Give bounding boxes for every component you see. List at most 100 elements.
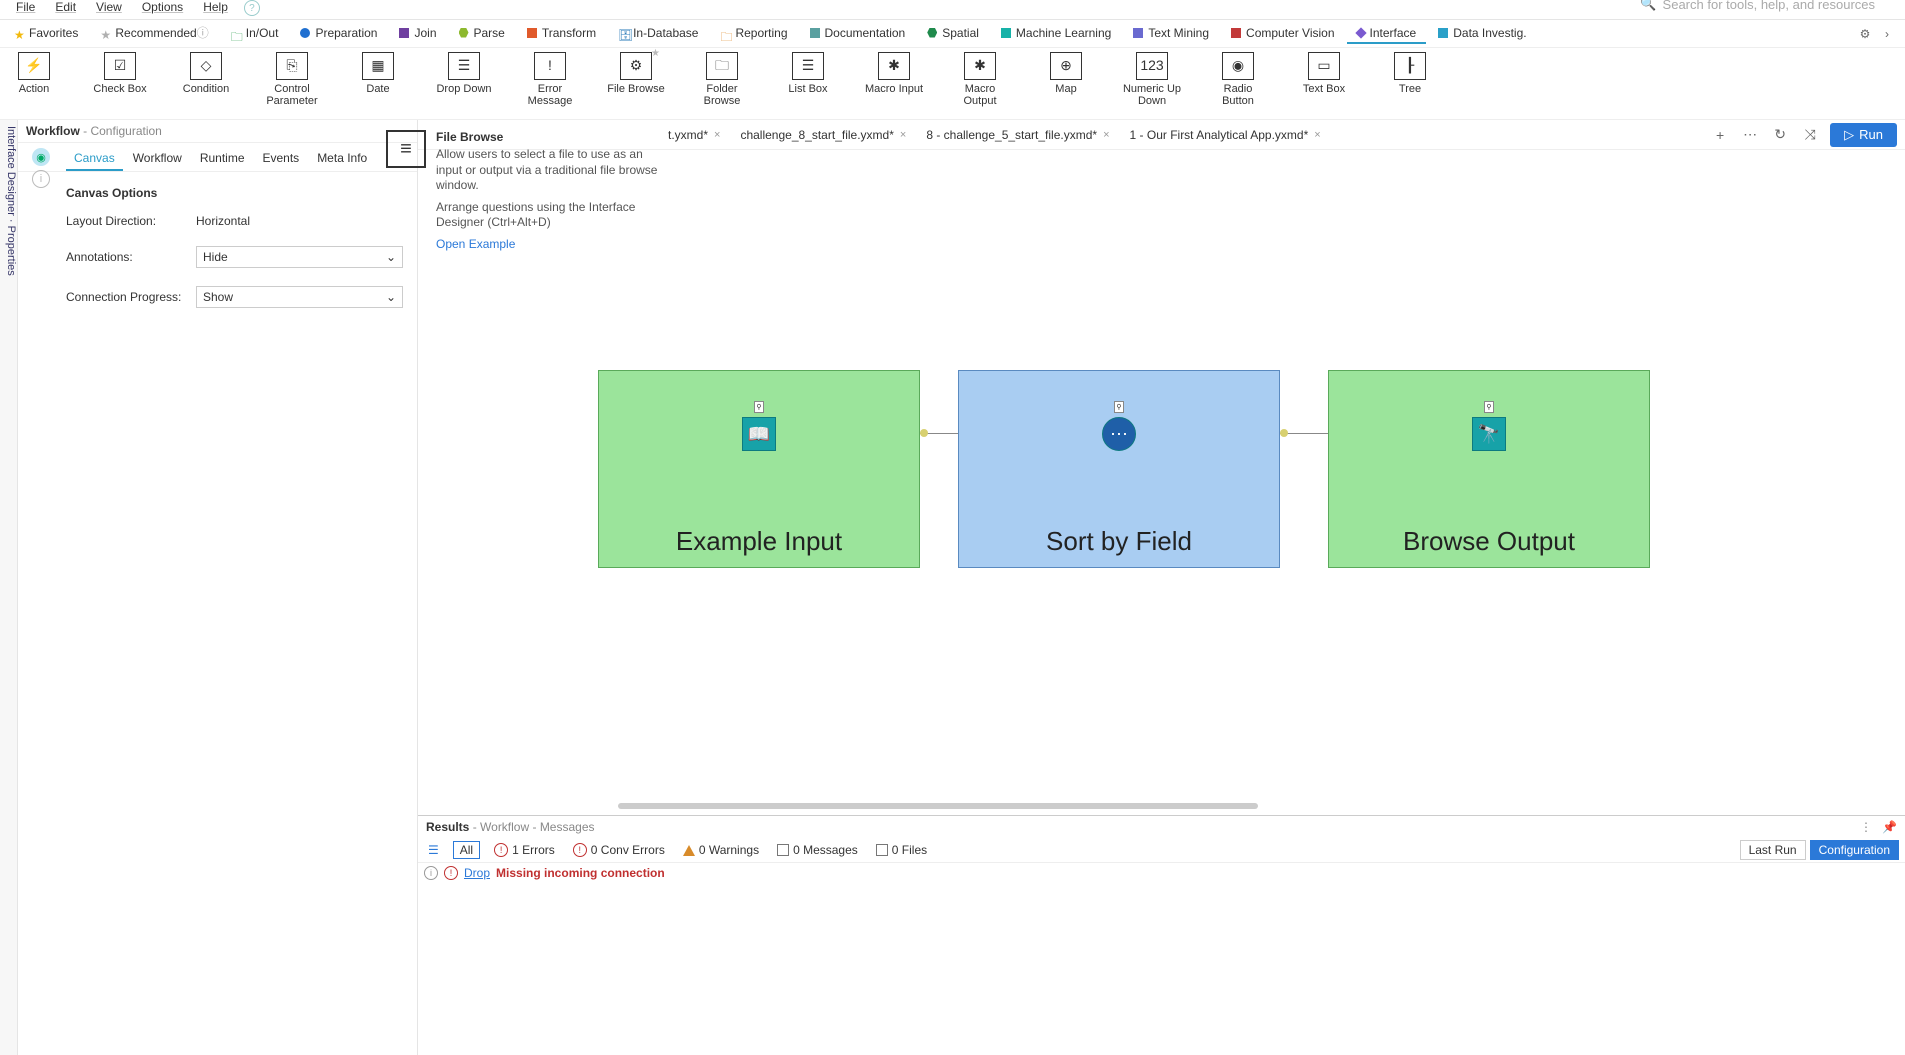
canvas-node-sort-by-field[interactable]: ⚲ ⋯ Sort by Field bbox=[958, 370, 1280, 568]
menu-options[interactable]: Options bbox=[132, 0, 193, 14]
tool-macro-input[interactable]: ✱Macro Input bbox=[864, 52, 924, 95]
tool-numeric-up-down[interactable]: 123Numeric Up Down bbox=[1122, 52, 1182, 107]
connection-progress-select[interactable]: Show⌄ bbox=[196, 286, 403, 308]
tool-file-browse[interactable]: ⚙File Browse★ bbox=[606, 52, 666, 95]
tool-control-parameter[interactable]: ⎘Control Parameter bbox=[262, 52, 322, 107]
category-documentation[interactable]: Documentation bbox=[800, 24, 916, 44]
document-tab[interactable]: challenge_8_start_file.yxmd* × bbox=[730, 120, 916, 149]
config-icon-info[interactable]: i bbox=[32, 170, 50, 188]
message-source-link[interactable]: Drop bbox=[464, 866, 490, 880]
canvas-node-browse-output[interactable]: ⚲ 🔭 Browse Output bbox=[1328, 370, 1650, 568]
tool-tree[interactable]: ┠Tree bbox=[1380, 52, 1440, 95]
annotations-select[interactable]: Hide⌄ bbox=[196, 246, 403, 268]
tool-map[interactable]: ⊕Map bbox=[1036, 52, 1096, 95]
more-tabs-button[interactable]: ⋯ bbox=[1740, 125, 1760, 145]
favorite-star-icon[interactable]: ★ bbox=[651, 48, 660, 59]
node-top-anchor[interactable]: ⚲ bbox=[754, 401, 764, 413]
tool-text-box[interactable]: ▭Text Box bbox=[1294, 52, 1354, 95]
close-tab-icon[interactable]: × bbox=[900, 129, 906, 141]
config-tab-canvas[interactable]: Canvas bbox=[66, 147, 123, 171]
tool-macro-output[interactable]: ✱Macro Output bbox=[950, 52, 1010, 107]
config-icon-canvas[interactable]: ◉ bbox=[32, 148, 50, 166]
canvas-horizontal-scrollbar[interactable] bbox=[618, 803, 1258, 809]
help-icon[interactable]: ? bbox=[244, 0, 260, 16]
tool-check-box[interactable]: ☑Check Box bbox=[90, 52, 150, 95]
menu-bar: File Edit View Options Help ? 🔍 Search f… bbox=[0, 0, 1905, 20]
close-tab-icon[interactable]: × bbox=[1103, 129, 1109, 141]
config-tab-runtime[interactable]: Runtime bbox=[192, 147, 253, 171]
filter-files[interactable]: 0 Files bbox=[872, 841, 931, 859]
category-data-investig-[interactable]: Data Investig. bbox=[1428, 24, 1536, 44]
browse-tool-icon: 🔭 bbox=[1472, 417, 1506, 451]
category-label: Transform bbox=[542, 26, 596, 40]
tool-icon: ✱ bbox=[878, 52, 910, 80]
node-top-anchor[interactable]: ⚲ bbox=[1114, 401, 1124, 413]
tool-drop-down[interactable]: ☰Drop Down bbox=[434, 52, 494, 95]
canvas-node-example-input[interactable]: ⚲ 📖 Example Input bbox=[598, 370, 920, 568]
node-caption: Example Input bbox=[599, 526, 919, 557]
close-tab-icon[interactable]: × bbox=[714, 129, 720, 141]
play-icon: ▷ bbox=[1844, 127, 1854, 143]
category-in-database[interactable]: 🗄In-Database bbox=[608, 24, 708, 44]
config-tab-meta-info[interactable]: Meta Info bbox=[309, 147, 375, 171]
tool-action[interactable]: ⚡Action bbox=[4, 52, 64, 95]
open-example-link[interactable]: Open Example bbox=[436, 237, 515, 251]
tool-icon: ◉ bbox=[1222, 52, 1254, 80]
run-button[interactable]: ▷ Run bbox=[1830, 123, 1897, 147]
results-message-row[interactable]: i ! Drop Missing incoming connection bbox=[424, 865, 1899, 881]
menu-file[interactable]: File bbox=[6, 0, 45, 14]
config-tab-workflow[interactable]: Workflow bbox=[125, 147, 190, 171]
tool-icon: 123 bbox=[1136, 52, 1168, 80]
category-computer-vision[interactable]: Computer Vision bbox=[1221, 24, 1345, 44]
menu-help[interactable]: Help bbox=[193, 0, 238, 14]
connection-anchor[interactable] bbox=[920, 429, 928, 437]
circle-icon bbox=[300, 28, 310, 38]
new-tab-button[interactable]: + bbox=[1710, 125, 1730, 145]
history-icon[interactable]: ↻ bbox=[1770, 125, 1790, 145]
results-panel: Results - Workflow - Messages ⋮ 📌 ☰ All … bbox=[418, 815, 1905, 1055]
document-tab[interactable]: 1 - Our First Analytical App.yxmd*× bbox=[1120, 120, 1331, 149]
tool-radio-button[interactable]: ◉Radio Button bbox=[1208, 52, 1268, 107]
category-parse[interactable]: Parse bbox=[449, 24, 515, 44]
side-strip[interactable]: Interface Designer · Properties bbox=[0, 120, 18, 1055]
filter-conv-errors[interactable]: !0 Conv Errors bbox=[569, 841, 669, 859]
results-menu-icon[interactable]: ⋮ bbox=[1860, 820, 1872, 834]
tool-date[interactable]: ▦Date bbox=[348, 52, 408, 95]
document-tab-label: challenge_8_start_file.yxmd* bbox=[740, 128, 893, 142]
category-preparation[interactable]: Preparation bbox=[290, 24, 387, 44]
segment-last-run[interactable]: Last Run bbox=[1740, 840, 1806, 860]
filter-errors[interactable]: !1 Errors bbox=[490, 841, 559, 859]
category-transform[interactable]: Transform bbox=[517, 24, 606, 44]
config-tab-events[interactable]: Events bbox=[255, 147, 308, 171]
scroll-right-icon[interactable]: › bbox=[1879, 26, 1895, 42]
category-machine-learning[interactable]: Machine Learning bbox=[991, 24, 1121, 44]
gear-icon[interactable]: ⚙ bbox=[1857, 26, 1873, 42]
category-recommended[interactable]: ★Recommended ⓘ bbox=[90, 22, 218, 45]
connection-anchor[interactable] bbox=[1280, 429, 1288, 437]
filter-all[interactable]: All bbox=[453, 841, 480, 859]
tool-icon: ! bbox=[534, 52, 566, 80]
category-reporting[interactable]: 🗀Reporting bbox=[710, 24, 797, 44]
tool-error-message[interactable]: !Error Message bbox=[520, 52, 580, 107]
category-interface[interactable]: Interface bbox=[1347, 24, 1427, 44]
menu-view[interactable]: View bbox=[86, 0, 132, 14]
close-tab-icon[interactable]: × bbox=[1314, 129, 1320, 141]
segment-configuration[interactable]: Configuration bbox=[1810, 840, 1899, 860]
menu-edit[interactable]: Edit bbox=[45, 0, 86, 14]
document-tab[interactable]: 8 - challenge_5_start_file.yxmd*× bbox=[916, 120, 1119, 149]
category-join[interactable]: Join bbox=[389, 24, 446, 44]
category-favorites[interactable]: ★Favorites bbox=[4, 24, 88, 44]
results-list-icon[interactable]: ☰ bbox=[424, 841, 443, 859]
category-in-out[interactable]: 🗀In/Out bbox=[221, 24, 289, 44]
search-box[interactable]: 🔍 Search for tools, help, and resources bbox=[1640, 0, 1875, 12]
tool-list-box[interactable]: ☰List Box bbox=[778, 52, 838, 95]
tool-folder-browse[interactable]: 🗀Folder Browse bbox=[692, 52, 752, 107]
shuffle-icon[interactable]: ⤨ bbox=[1800, 125, 1820, 145]
tool-condition[interactable]: ◇Condition bbox=[176, 52, 236, 95]
results-pin-icon[interactable]: 📌 bbox=[1882, 820, 1897, 834]
category-spatial[interactable]: Spatial bbox=[917, 24, 989, 44]
node-top-anchor[interactable]: ⚲ bbox=[1484, 401, 1494, 413]
filter-warnings[interactable]: 0 Warnings bbox=[679, 841, 763, 859]
filter-messages[interactable]: 0 Messages bbox=[773, 841, 862, 859]
category-text-mining[interactable]: Text Mining bbox=[1123, 24, 1219, 44]
